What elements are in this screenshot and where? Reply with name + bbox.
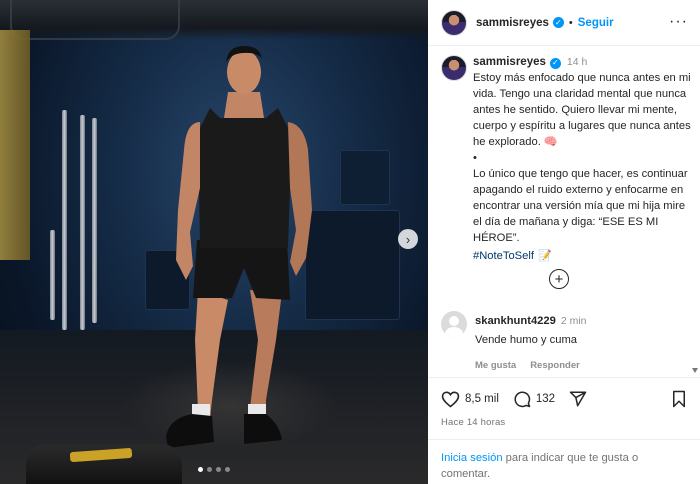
share-button[interactable] — [569, 390, 587, 408]
posted-time[interactable]: Hace 14 horas — [441, 417, 505, 428]
actions-row: 8,5 mil 132 — [441, 390, 601, 408]
caption-bullet: • — [473, 152, 477, 164]
caption-username[interactable]: sammisreyes — [473, 56, 546, 68]
brain-emoji: 🧠 — [543, 136, 558, 148]
commenter-username[interactable]: skankhunt4229 — [475, 315, 556, 327]
caption-text: Estoy más enfocado que nunca antes en mi… — [473, 70, 691, 150]
follow-button[interactable]: Seguir — [578, 17, 614, 29]
instagram-post-modal: › sammisreyes ✓ • Seguir ··· sammisreyes… — [0, 0, 700, 484]
login-link[interactable]: Inicia sesión — [441, 452, 503, 464]
bookmark-icon — [673, 390, 685, 408]
carousel-dot[interactable] — [225, 467, 230, 472]
comment-body: skankhunt4229 2 min Vende humo y cuma Me … — [475, 311, 587, 371]
caption-paragraph-2: Lo único que tengo que hacer, es continu… — [473, 168, 691, 244]
carousel-dot[interactable] — [198, 467, 203, 472]
save-button[interactable] — [671, 390, 687, 413]
comment-item: skankhunt4229 2 min Vende humo y cuma Me … — [441, 311, 691, 371]
header-separator: • — [568, 16, 573, 29]
carousel-next-button[interactable]: › — [398, 229, 418, 249]
caption-body: sammisreyes ✓ 14 h Estoy más enfocado que … — [473, 55, 691, 264]
scroll-down-arrow[interactable] — [692, 368, 698, 373]
verified-icon: ✓ — [549, 57, 561, 69]
caption-avatar[interactable] — [441, 55, 467, 81]
action-bar: 8,5 mil 132 Hace 14 horas Inicia sesión … — [428, 377, 700, 484]
hashtag-link[interactable]: #NoteToSelf — [473, 250, 534, 262]
caption: sammisreyes ✓ 14 h Estoy más enfocado que … — [441, 55, 691, 264]
carousel-dots — [198, 467, 230, 472]
heart-icon — [441, 391, 460, 408]
caption-time[interactable]: 14 h — [567, 56, 587, 68]
caption-paragraph-1: Estoy más enfocado que nunca antes en mi… — [473, 72, 694, 148]
comment-time: 2 min — [560, 315, 587, 327]
like-count[interactable]: 8,5 mil — [465, 393, 499, 405]
comment-text: Vende humo y cuma — [475, 334, 577, 346]
comment-count[interactable]: 132 — [536, 393, 555, 405]
comment-button[interactable]: 132 — [513, 390, 555, 408]
carousel-dot[interactable] — [216, 467, 221, 472]
login-prompt: Inicia sesión para indicar que te gusta … — [428, 439, 700, 482]
comment-like-button[interactable]: Me gusta — [475, 360, 516, 371]
plus-circle-icon[interactable]: + — [549, 269, 569, 289]
chevron-right-icon: › — [405, 231, 411, 247]
carousel-dot[interactable] — [207, 467, 212, 472]
like-button[interactable]: 8,5 mil — [441, 390, 499, 408]
author-username[interactable]: sammisreyes — [476, 17, 549, 29]
caption-header: sammisreyes ✓ 14 h — [473, 55, 691, 70]
post-header: sammisreyes ✓ • Seguir ··· — [428, 0, 700, 46]
share-icon — [569, 391, 587, 407]
athlete-figure — [166, 46, 312, 448]
comment-actions: Me gusta Responder — [475, 360, 587, 371]
comment-icon — [514, 391, 531, 408]
author-avatar[interactable] — [441, 9, 467, 36]
memo-emoji: 📝 — [538, 250, 553, 262]
post-photo[interactable]: › — [0, 0, 428, 484]
post-side-panel: sammisreyes ✓ • Seguir ··· sammisreyes ✓ 1… — [428, 0, 700, 484]
comment-reply-button[interactable]: Responder — [530, 360, 580, 371]
commenter-avatar[interactable] — [441, 311, 467, 337]
verified-icon: ✓ — [552, 17, 564, 28]
more-icon[interactable]: ··· — [669, 14, 688, 30]
